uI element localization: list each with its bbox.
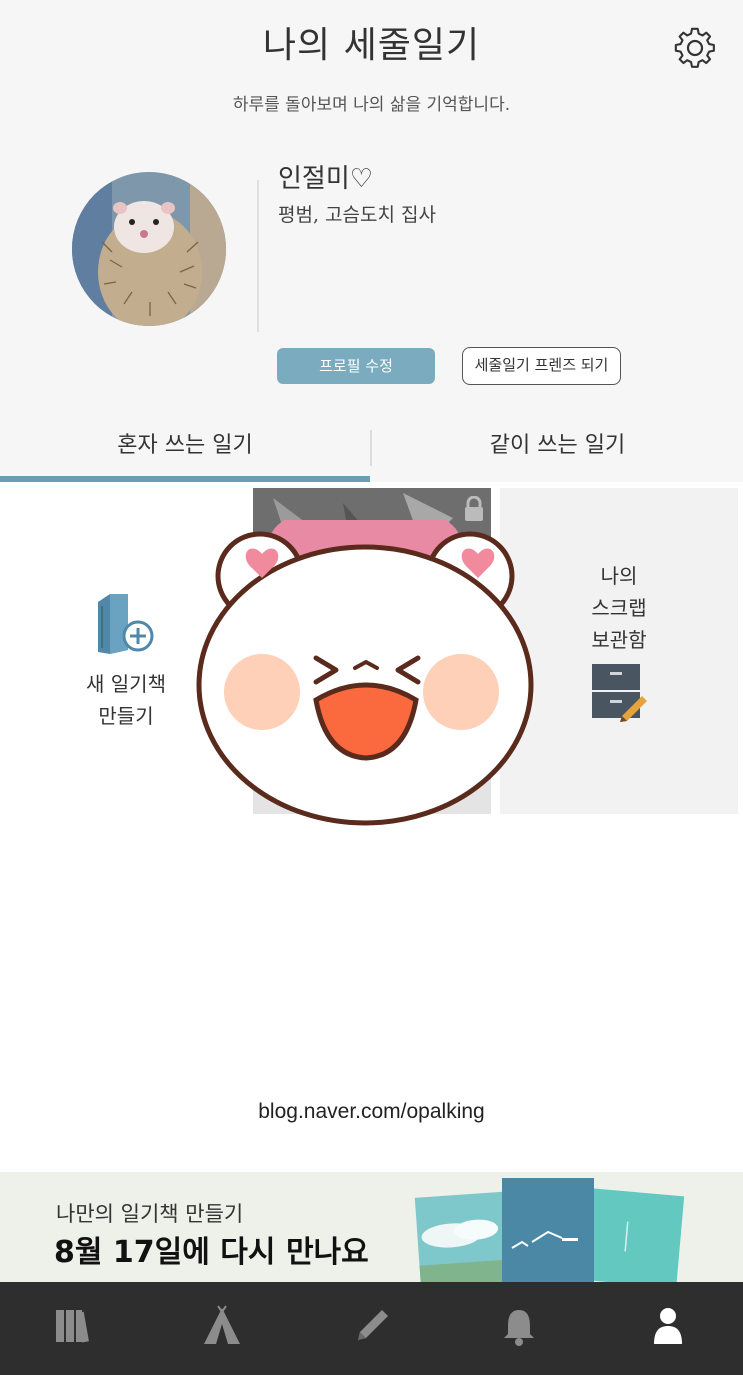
gear-icon[interactable] xyxy=(673,26,717,70)
user-description: 평범, 고슴도치 집사 xyxy=(278,204,436,226)
page-title: 나의 세줄일기 xyxy=(262,25,481,66)
lock-icon xyxy=(463,495,485,522)
edit-profile-button[interactable]: 프로필 수정 xyxy=(277,348,435,384)
tab-shared-diary[interactable]: 같이 쓰는 일기 xyxy=(372,420,743,478)
page-subtitle: 하루를 돌아보며 나의 삶을 기억합니다. xyxy=(232,95,511,115)
diary-tabs: 혼자 쓰는 일기 같이 쓰는 일기 xyxy=(0,420,743,482)
user-name: 인절미♡ xyxy=(278,164,374,194)
tent-icon[interactable] xyxy=(200,1304,244,1348)
promo-banner[interactable]: 나만의 일기책 만들기 8월 17일에 다시 만나요 xyxy=(0,1172,743,1282)
pencil-icon[interactable] xyxy=(350,1304,394,1348)
file-cabinet-icon xyxy=(592,664,648,722)
diary-books-image xyxy=(414,1178,685,1282)
banner-title: 8월 17일에 다시 만나요 xyxy=(54,1235,369,1270)
avatar[interactable] xyxy=(72,172,226,326)
profile-header: 나의 세줄일기 하루를 돌아보며 나의 삶을 기억합니다. 인절미♡ 평범, 고… xyxy=(0,0,743,480)
watermark-text: blog.naver.com/opalking xyxy=(258,1100,485,1123)
bear-sticker xyxy=(190,502,540,830)
book-add-icon xyxy=(94,592,158,656)
bottom-nav xyxy=(0,1282,743,1375)
active-tab-indicator xyxy=(0,476,370,482)
person-icon[interactable] xyxy=(646,1304,690,1348)
bell-icon[interactable] xyxy=(497,1304,541,1348)
become-friends-button[interactable]: 세줄일기 프렌즈 되기 xyxy=(462,347,621,385)
divider xyxy=(257,180,259,332)
banner-subtitle: 나만의 일기책 만들기 xyxy=(56,1202,244,1226)
library-icon[interactable] xyxy=(52,1304,96,1348)
tab-solo-diary[interactable]: 혼자 쓰는 일기 xyxy=(0,420,370,478)
